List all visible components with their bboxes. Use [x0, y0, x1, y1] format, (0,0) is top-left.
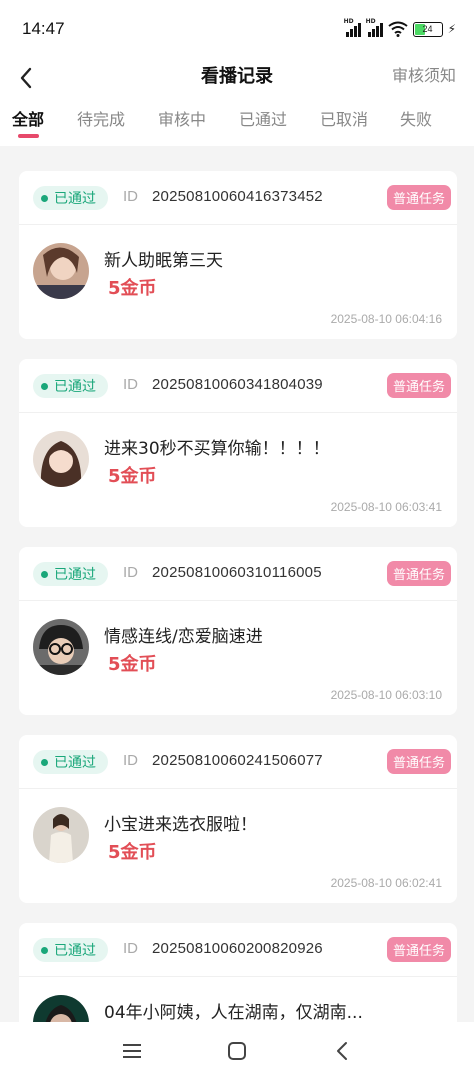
task-type-badge: 普通任务	[386, 561, 451, 586]
record-id: 20250810060200820926	[152, 940, 323, 957]
back-button[interactable]	[10, 62, 42, 94]
id-label: ID	[123, 564, 138, 581]
status-dot	[41, 758, 48, 766]
id-label: ID	[123, 188, 138, 205]
chevron-left-icon	[20, 67, 32, 89]
tab-approved[interactable]: 已通过	[239, 106, 287, 130]
tab-pending[interactable]: 待完成	[77, 106, 125, 130]
tab-reviewing[interactable]: 审核中	[158, 106, 206, 130]
timestamp: 2025-08-10 06:03:10	[330, 688, 442, 702]
timestamp: 2025-08-10 06:03:41	[330, 500, 442, 514]
avatar	[33, 243, 89, 299]
status-badge: 已通过	[33, 562, 108, 586]
filter-tabs: 全部 待完成 审核中 已通过 已取消 失败	[0, 100, 474, 146]
system-back-button[interactable]	[327, 1036, 357, 1066]
status-badge: 已通过	[33, 750, 108, 774]
card-body: 小宝进来选衣服啦！ 5金币 2025-08-10 06:02:41	[19, 789, 457, 903]
avatar	[33, 431, 89, 487]
signal-icon: HD	[343, 18, 361, 37]
task-type-badge: 普通任务	[386, 937, 451, 962]
card-header: 已通过 ID 20250810060416373452 普通任务	[19, 171, 457, 225]
avatar	[33, 995, 89, 1022]
review-guide-link[interactable]: 审核须知	[392, 62, 456, 86]
menu-button[interactable]	[117, 1036, 147, 1066]
task-title: 情感连线/恋爱脑速进	[104, 627, 263, 647]
wifi-icon	[387, 21, 408, 37]
status-text: 已通过	[54, 943, 96, 959]
record-list[interactable]: 已通过 ID 20250810060416373452 普通任务 新人助眠第三天…	[0, 146, 474, 1022]
status-badge: 已通过	[33, 186, 108, 210]
charging-icon: ⚡	[447, 22, 456, 36]
signal-icon: HD	[365, 18, 383, 37]
hd-label: HD	[343, 18, 354, 25]
status-text: 已通过	[54, 567, 96, 583]
record-card[interactable]: 已通过 ID 20250810060241506077 普通任务 小宝进来选衣服…	[19, 735, 457, 903]
status-badge: 已通过	[33, 938, 108, 962]
record-id: 20250810060416373452	[152, 188, 323, 205]
record-id: 20250810060341804039	[152, 376, 323, 393]
record-card[interactable]: 已通过 ID 20250810060416373452 普通任务 新人助眠第三天…	[19, 171, 457, 339]
id-label: ID	[123, 940, 138, 957]
timestamp: 2025-08-10 06:04:16	[330, 312, 442, 326]
record-card[interactable]: 已通过 ID 20250810060310116005 普通任务 情感连线/恋爱…	[19, 547, 457, 715]
reward: 5金币	[108, 654, 157, 675]
status-bar: 14:47 HD HD 24 ⚡	[0, 0, 474, 58]
tab-all[interactable]: 全部	[12, 106, 44, 130]
card-header: 已通过 ID 20250810060241506077 普通任务	[19, 735, 457, 789]
status-dot	[41, 194, 48, 202]
record-id: 20250810060310116005	[152, 564, 322, 581]
card-body: 04年小阿姨，人在湖南，仅湖南...	[19, 977, 457, 1022]
id-label: ID	[123, 752, 138, 769]
status-text: 已通过	[54, 191, 96, 207]
card-header: 已通过 ID 20250810060310116005 普通任务	[19, 547, 457, 601]
task-title: 新人助眠第三天	[104, 251, 223, 271]
avatar	[33, 619, 89, 675]
card-header: 已通过 ID 20250810060341804039 普通任务	[19, 359, 457, 413]
card-body: 新人助眠第三天 5金币 2025-08-10 06:04:16	[19, 225, 457, 339]
status-text: 已通过	[54, 755, 96, 771]
reward: 5金币	[108, 278, 157, 299]
nav-back-icon	[337, 1042, 347, 1060]
reward: 5金币	[108, 466, 157, 487]
task-type-badge: 普通任务	[386, 373, 451, 398]
id-label: ID	[123, 376, 138, 393]
status-dot	[41, 570, 48, 578]
status-text: 已通过	[54, 379, 96, 395]
avatar	[33, 807, 89, 863]
card-header: 已通过 ID 20250810060200820926 普通任务	[19, 923, 457, 977]
record-id: 20250810060241506077	[152, 752, 323, 769]
status-time: 14:47	[22, 19, 65, 38]
timestamp: 2025-08-10 06:02:41	[330, 876, 442, 890]
battery-level: 24	[422, 24, 433, 34]
nav-bar: 看播记录 审核须知	[0, 58, 474, 100]
home-button[interactable]	[222, 1036, 252, 1066]
task-title: 04年小阿姨，人在湖南，仅湖南...	[104, 1003, 363, 1022]
task-title: 小宝进来选衣服啦！	[104, 815, 257, 835]
menu-icon	[123, 1044, 141, 1058]
status-dot	[41, 382, 48, 390]
status-badge: 已通过	[33, 374, 108, 398]
status-dot	[41, 946, 48, 954]
tab-failed[interactable]: 失败	[400, 106, 432, 130]
card-body: 进来30秒不买算你输！！！！ 5金币 2025-08-10 06:03:41	[19, 413, 457, 527]
hd-label: HD	[365, 18, 376, 25]
battery-icon: 24	[412, 21, 443, 37]
task-title: 进来30秒不买算你输！！！！	[104, 439, 330, 459]
record-card[interactable]: 已通过 ID 20250810060341804039 普通任务 进来30秒不买…	[19, 359, 457, 527]
record-card[interactable]: 已通过 ID 20250810060200820926 普通任务 04年小阿姨，…	[19, 923, 457, 1022]
tab-cancelled[interactable]: 已取消	[320, 106, 368, 130]
status-icons: HD HD 24 ⚡	[343, 18, 456, 38]
home-square-icon	[228, 1042, 246, 1060]
card-body: 情感连线/恋爱脑速进 5金币 2025-08-10 06:03:10	[19, 601, 457, 715]
active-tab-indicator	[18, 134, 39, 138]
task-type-badge: 普通任务	[386, 749, 451, 774]
task-type-badge: 普通任务	[386, 185, 451, 210]
system-nav-bar	[0, 1022, 474, 1080]
reward: 5金币	[108, 842, 157, 863]
